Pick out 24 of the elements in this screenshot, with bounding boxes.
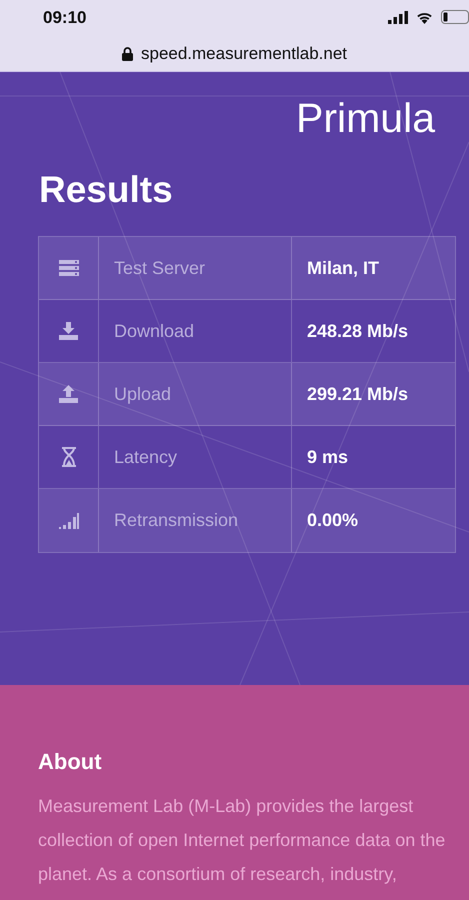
about-paragraph: Measurement Lab (M-Lab) provides the largest collection of open Internet performance data on the planet. As a consortium of research, industry,: [38, 795, 446, 886]
metric-value: 9 ms: [307, 446, 348, 468]
results-heading: Results: [39, 171, 174, 208]
lock-icon: [122, 46, 133, 60]
metric-label: Retransmission: [114, 509, 238, 532]
metric-label: Download: [114, 320, 194, 342]
metric-value: 0.00%: [307, 509, 358, 532]
server-icon: [58, 260, 78, 276]
metric-label: Test Server: [114, 256, 206, 280]
metric-label: Upload: [114, 382, 172, 406]
clock: 09:10: [43, 7, 86, 30]
download-icon: [59, 322, 78, 340]
wifi-icon: [416, 10, 433, 24]
hourglass-icon: [60, 447, 76, 467]
metric-value: Milan, IT: [307, 256, 379, 280]
metric-value: 299.21 Mb/s: [307, 382, 408, 406]
about-heading: About: [38, 749, 103, 776]
signal-icon: [388, 10, 408, 24]
metric-value: 248.28 Mb/s: [307, 320, 408, 342]
metric-label: Latency: [114, 446, 178, 469]
signal-bars-icon: [58, 512, 78, 528]
battery-icon: [441, 10, 469, 24]
upload-icon: [59, 385, 78, 403]
site-name: Primula: [295, 94, 436, 139]
